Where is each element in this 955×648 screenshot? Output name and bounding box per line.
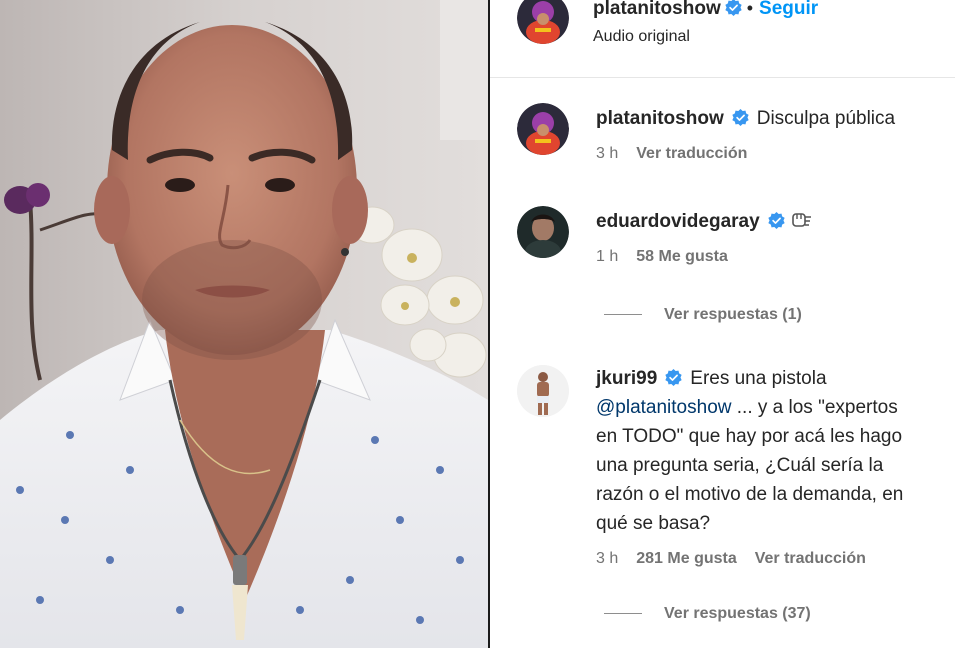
comment-meta: 3 h Ver traducción (596, 145, 765, 163)
replies-label[interactable]: Ver respuestas (1) (664, 306, 802, 323)
replies-line (604, 314, 642, 316)
comments-panel: platanitoshow • Seguir Audio original plat… (490, 0, 955, 648)
comment-meta: 1 h 58 Me gusta (596, 248, 746, 266)
header-user-row: platanitoshow • Seguir (593, 0, 818, 20)
comment-body-line: Eres una pistola (690, 368, 827, 389)
comment-text: platanitoshow Disculpa pública (596, 104, 895, 133)
fist-bump-icon (791, 210, 813, 230)
verified-badge-icon (665, 369, 682, 386)
comment-time[interactable]: 1 h (596, 248, 618, 265)
avatar[interactable] (517, 206, 569, 258)
video-image (0, 0, 488, 648)
replies-line (604, 613, 642, 615)
verified-badge-icon (725, 0, 742, 16)
view-replies-button[interactable]: Ver respuestas (1) (604, 306, 802, 324)
mention-link[interactable]: @platanitoshow (596, 397, 731, 418)
translate-link[interactable]: Ver traducción (755, 550, 866, 567)
comment-body-line: en TODO" que hay por acá les hago (596, 426, 903, 447)
verified-badge-icon (768, 212, 785, 229)
view-replies-button[interactable]: Ver respuestas (37) (604, 605, 811, 623)
comment-time[interactable]: 3 h (596, 550, 618, 567)
comment-username[interactable]: platanitoshow (596, 108, 724, 129)
audio-label[interactable]: Audio original (593, 28, 690, 46)
comment-text: jkuri99 Eres una pistola @platanitoshow .… (596, 364, 946, 538)
comment-text: eduardovidegaray (596, 207, 813, 236)
comment-time[interactable]: 3 h (596, 145, 618, 162)
comment-body-line: razón o el motivo de la demanda, en (596, 484, 904, 505)
avatar[interactable] (517, 365, 569, 417)
avatar[interactable] (517, 0, 569, 44)
replies-label[interactable]: Ver respuestas (37) (664, 605, 811, 622)
translate-link[interactable]: Ver traducción (636, 145, 747, 162)
post-header: platanitoshow • Seguir Audio original (490, 0, 955, 78)
comment-body: Disculpa pública (756, 108, 896, 129)
comment-meta: 3 h 281 Me gusta Ver traducción (596, 550, 884, 568)
separator-dot: • (746, 0, 754, 18)
avatar[interactable] (517, 103, 569, 155)
comment-username[interactable]: jkuri99 (596, 368, 657, 389)
comment-username[interactable]: eduardovidegaray (596, 211, 760, 232)
likes-count[interactable]: 281 Me gusta (636, 550, 736, 567)
likes-count[interactable]: 58 Me gusta (636, 248, 728, 265)
verified-badge-icon (732, 109, 749, 126)
header-username[interactable]: platanitoshow (593, 0, 721, 19)
comment-body-line: qué se basa? (596, 513, 711, 534)
video-frame[interactable] (0, 0, 488, 648)
comment-body-line: una pregunta seria, ¿Cuál sería la (596, 455, 884, 476)
comment-body-line: ... y a los "expertos (731, 397, 898, 418)
follow-button[interactable]: Seguir (759, 0, 818, 19)
